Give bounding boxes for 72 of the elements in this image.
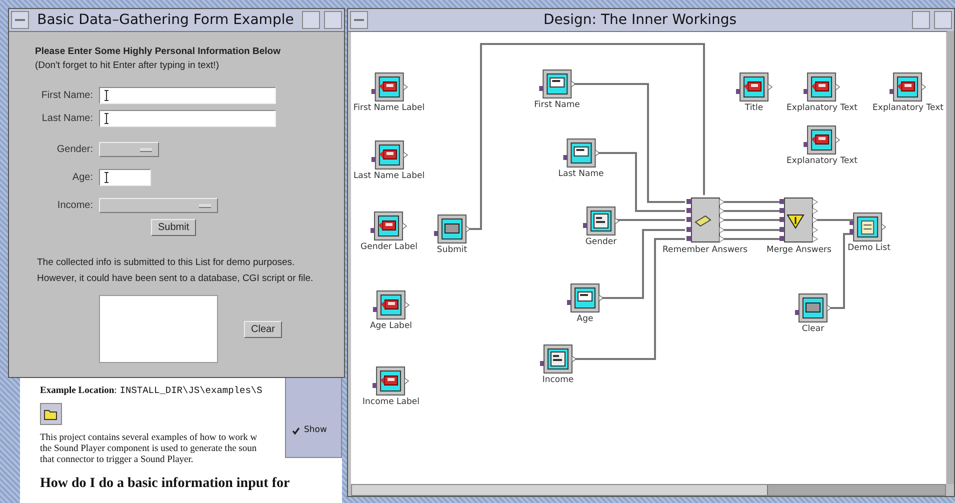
submit-button[interactable]: Submit <box>151 219 196 236</box>
tag-component-icon[interactable] <box>370 140 408 170</box>
folder-icon <box>44 408 58 420</box>
window-menu-button[interactable] <box>350 11 368 29</box>
warning-component-icon[interactable] <box>779 196 819 244</box>
clear-button[interactable]: Clear <box>244 320 282 338</box>
component-label: Submit <box>436 245 468 255</box>
tag-component-icon[interactable] <box>889 72 927 102</box>
horizontal-scrollbar[interactable] <box>351 484 946 496</box>
tag-component-icon[interactable] <box>803 125 841 155</box>
window-menu-button[interactable] <box>11 11 29 29</box>
connector-line <box>817 219 853 221</box>
description-paragraph: This project contains several examples of how to work w the Sound Player component is used to generate the soun that connector to trigger a Sound Player. <box>40 433 258 466</box>
component-label: Explanatory Text <box>786 156 858 166</box>
text-field-component-icon[interactable] <box>566 283 604 313</box>
component-label: Income Label <box>362 397 420 407</box>
button-component-icon[interactable] <box>794 293 832 323</box>
form-heading: Please Enter Some Highly Personal Information Below <box>35 46 282 57</box>
show-label: Show <box>304 425 327 435</box>
field-label: First Name: <box>40 90 94 101</box>
field-label: Gender: <box>56 144 94 155</box>
window-title: Basic Data–Gathering Form Example <box>36 12 295 28</box>
text-field-component-icon[interactable] <box>562 138 600 168</box>
vertical-scrollbar[interactable] <box>947 31 954 484</box>
check-icon[interactable] <box>292 427 300 435</box>
open-folder-button[interactable] <box>40 403 62 425</box>
component-label: Age <box>576 314 594 324</box>
choice-component-icon[interactable] <box>539 344 577 374</box>
tag-component-icon[interactable] <box>803 72 841 102</box>
component-label: Income <box>542 375 574 385</box>
field-label: Income: <box>56 200 94 211</box>
location-label: Example Location: <box>40 386 117 396</box>
component-label: First Name <box>534 100 580 110</box>
component-label: Gender <box>585 237 617 247</box>
component-label: Merge Answers <box>766 245 832 255</box>
location-path: INSTALL_DIR\JS\examples\S <box>120 385 262 396</box>
tag-component-icon[interactable] <box>735 72 773 102</box>
component-label: Gender Label <box>360 242 418 252</box>
component-label: Title <box>744 103 764 113</box>
component-label: Clear <box>802 324 824 334</box>
section-heading: How do I do a basic information input for <box>40 476 291 492</box>
dropdown[interactable] <box>99 142 159 157</box>
info-text: The collected info is submitted to this List for demo purposes. However, it could have been sent to a database, CGI script or file. <box>37 256 314 286</box>
form-note: (Don't forget to hit Enter after typing in text!) <box>35 60 220 71</box>
field-label: Last Name: <box>40 113 94 124</box>
dropdown[interactable] <box>99 198 218 213</box>
tag-component-icon[interactable] <box>370 211 408 241</box>
text-cursor-icon <box>104 172 109 183</box>
text-field-component-icon[interactable] <box>538 69 576 99</box>
component-label: Last Name Label <box>353 171 425 181</box>
text-cursor-icon <box>104 90 109 101</box>
input-field[interactable] <box>99 169 151 186</box>
component-label: Explanatory Text <box>786 103 858 113</box>
input-field[interactable] <box>99 87 276 104</box>
component-label: Age Label <box>370 321 412 331</box>
component-label: First Name Label <box>353 103 425 113</box>
text-cursor-icon <box>104 113 109 124</box>
button-component-icon[interactable] <box>433 214 471 244</box>
chip-component-icon[interactable] <box>685 196 725 244</box>
choice-component-icon[interactable] <box>582 206 620 236</box>
window-title: Design: The Inner Workings <box>542 12 738 28</box>
tag-component-icon[interactable] <box>372 290 410 320</box>
list-box[interactable] <box>99 295 218 363</box>
field-label: Age: <box>71 172 94 183</box>
tag-component-icon[interactable] <box>372 366 410 396</box>
component-label: Explanatory Text <box>872 103 944 113</box>
tag-component-icon[interactable] <box>370 72 408 102</box>
component-label: Demo List <box>848 243 890 253</box>
component-label: Last Name <box>558 169 604 179</box>
scroll-component-icon[interactable] <box>849 212 889 242</box>
input-field[interactable] <box>99 110 276 127</box>
component-label: Remember Answers <box>662 245 748 255</box>
